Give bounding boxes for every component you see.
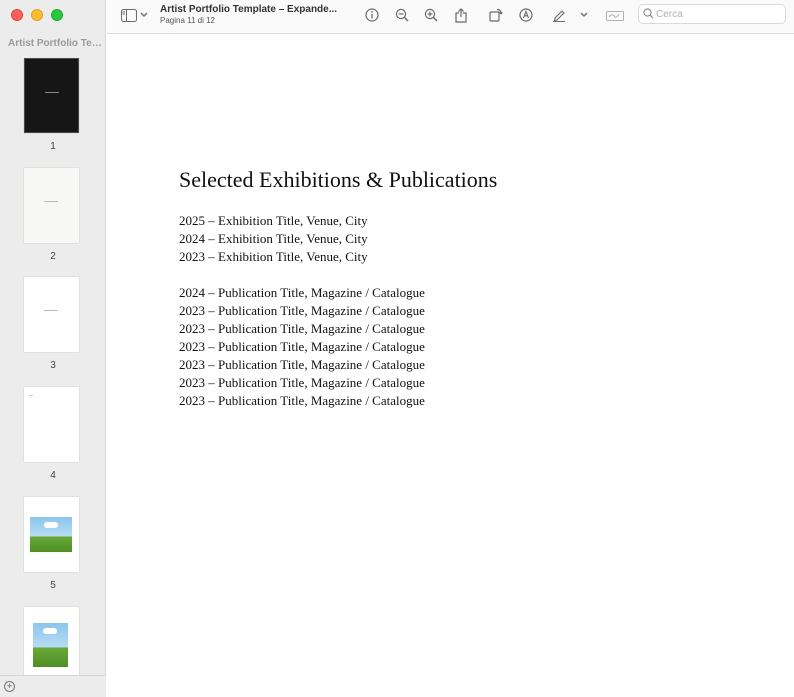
thumbnail-number: 3 (50, 360, 56, 371)
minimize-window-button[interactable] (31, 9, 43, 21)
share-icon[interactable] (452, 6, 470, 24)
exhibitions-list: 2025 – Exhibition Title, Venue, City 202… (179, 212, 368, 266)
page-thumbnail[interactable] (24, 387, 79, 462)
list-item: 2023 – Publication Title, Magazine / Cat… (179, 375, 425, 390)
list-item: 2024 – Publication Title, Magazine / Cat… (179, 285, 425, 300)
sidebar-toggle-icon[interactable] (120, 6, 138, 24)
thumbnail-page-1[interactable]: 1 (0, 58, 106, 168)
zoom-out-icon[interactable] (393, 6, 411, 24)
chevron-down-icon[interactable] (139, 6, 149, 24)
thumbnail-number: 4 (50, 470, 56, 481)
publications-list: 2024 – Publication Title, Magazine / Cat… (179, 284, 425, 410)
search-field[interactable] (638, 4, 786, 24)
signature-icon[interactable] (605, 6, 625, 24)
close-window-button[interactable] (11, 9, 23, 21)
thumbnail-page-5[interactable]: 5 (0, 497, 106, 607)
thumbnail-page-3[interactable]: 3 (0, 277, 106, 387)
list-item: 2023 – Publication Title, Magazine / Cat… (179, 393, 425, 408)
document-page: Selected Exhibitions & Publications 2025… (107, 35, 794, 697)
zoom-window-button[interactable] (51, 9, 63, 21)
chevron-down-icon[interactable] (578, 6, 590, 24)
search-input[interactable] (656, 7, 781, 21)
text-line-icon (44, 201, 58, 202)
text-line-icon (29, 395, 33, 396)
landscape-image-icon (30, 517, 72, 552)
cloud-icon (44, 522, 58, 528)
cloud-icon (43, 628, 57, 634)
page-heading: Selected Exhibitions & Publications (179, 167, 498, 192)
landscape-image-icon (33, 623, 68, 667)
markup-icon[interactable] (517, 6, 535, 24)
thumbnail-number: 1 (50, 141, 56, 152)
document-title: Artist Portfolio Template – Expande... (160, 4, 338, 15)
thumbnail-number: 5 (50, 580, 56, 591)
rotate-icon[interactable] (487, 6, 505, 24)
thumbnail-number: 2 (50, 251, 56, 262)
page-status: Pagina 11 di 12 (160, 16, 216, 25)
page-thumbnail[interactable] (24, 58, 79, 133)
thumbnail-page-2[interactable]: 2 (0, 168, 106, 278)
search-icon (643, 8, 655, 22)
list-item: 2023 – Publication Title, Magazine / Cat… (179, 339, 425, 354)
page-thumbnail[interactable] (24, 497, 79, 572)
thumbnail-page-6[interactable]: 6 (0, 607, 106, 675)
page-thumbnail[interactable] (24, 277, 79, 352)
text-line-icon (45, 92, 59, 93)
thumbnail-sidebar: Artist Portfolio Template – Expanded 1 2… (0, 0, 106, 697)
toolbar: Artist Portfolio Template – Expande... P… (107, 0, 794, 34)
list-item: 2023 – Publication Title, Magazine / Cat… (179, 321, 425, 336)
sidebar-document-title: Artist Portfolio Template – Expanded (8, 38, 102, 49)
thumbnail-list[interactable]: 1 2 3 4 5 6 (0, 58, 106, 675)
zoom-in-icon[interactable] (422, 6, 440, 24)
thumbnail-page-4[interactable]: 4 (0, 387, 106, 497)
window-controls (11, 9, 63, 21)
sidebar-footer: + (0, 675, 106, 697)
text-line-icon (44, 310, 58, 311)
list-item: 2023 – Exhibition Title, Venue, City (179, 249, 368, 264)
page-thumbnail[interactable] (24, 168, 79, 243)
list-item: 2023 – Publication Title, Magazine / Cat… (179, 357, 425, 372)
list-item: 2025 – Exhibition Title, Venue, City (179, 213, 368, 228)
list-item: 2024 – Exhibition Title, Venue, City (179, 231, 368, 246)
list-item: 2023 – Publication Title, Magazine / Cat… (179, 303, 425, 318)
page-thumbnail[interactable] (24, 607, 79, 675)
info-icon[interactable] (363, 6, 381, 24)
highlight-pen-icon[interactable] (550, 6, 568, 24)
add-page-icon[interactable]: + (4, 681, 15, 692)
